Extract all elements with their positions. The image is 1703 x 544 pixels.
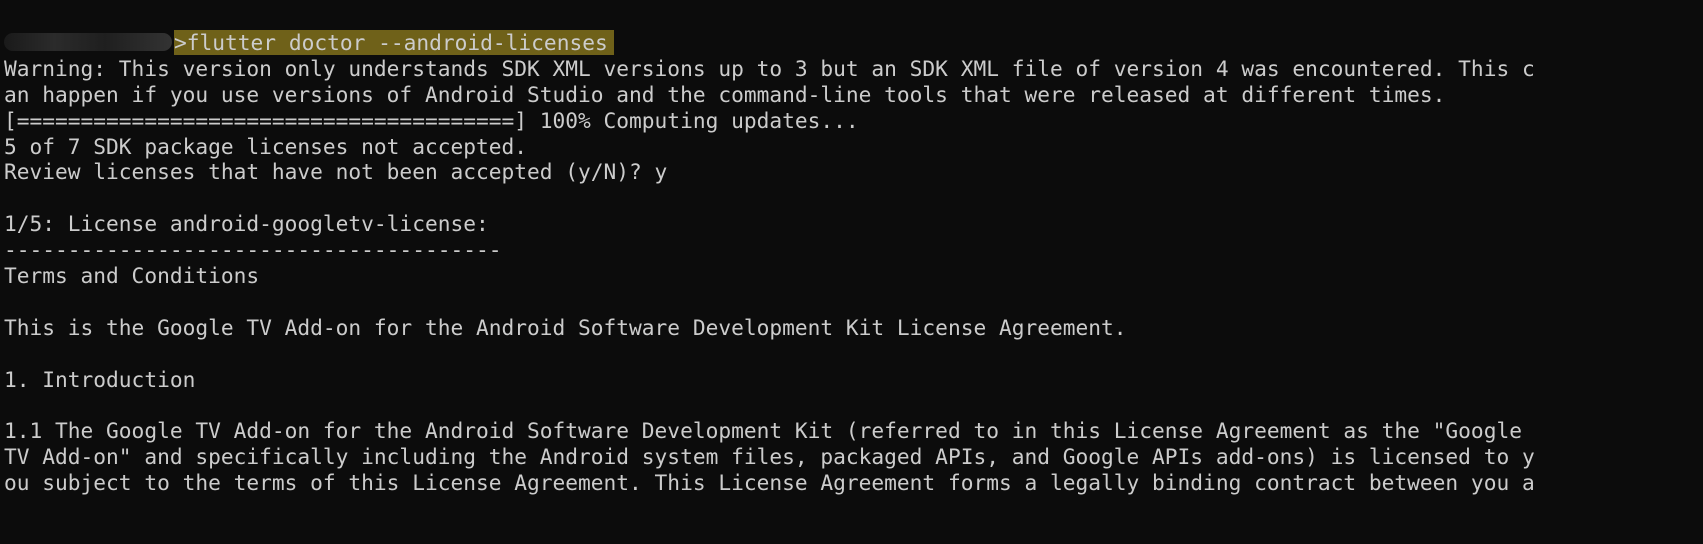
- output-line-terms-title: Terms and Conditions: [4, 263, 260, 289]
- output-line-divider: ---------------------------------------: [4, 237, 502, 263]
- output-line-agreement-intro: This is the Google TV Add-on for the And…: [4, 314, 1127, 340]
- output-line-clause-3: ou subject to the terms of this License …: [4, 470, 1535, 496]
- output-line-section-heading: 1. Introduction: [4, 366, 196, 392]
- output-line-blank: [4, 341, 1703, 367]
- output-line-clause-2: TV Add-on" and specifically including th…: [4, 444, 1535, 470]
- redacted-prompt-path: [4, 33, 172, 51]
- output-line-warning-1: Warning: This version only understands S…: [4, 55, 1535, 81]
- terminal-window[interactable]: >flutter doctor --android-licenses Warni…: [0, 0, 1703, 544]
- output-line-blank: [4, 392, 1703, 418]
- prompt-symbol: >: [174, 30, 187, 55]
- output-line-review-prompt: Review licenses that have not been accep…: [4, 159, 668, 185]
- output-line-warning-2: an happen if you use versions of Android…: [4, 81, 1446, 107]
- command-text: flutter doctor --android-licenses: [186, 30, 608, 55]
- output-line-license-header: 1/5: License android-googletv-license:: [4, 211, 489, 237]
- output-line-blank: [4, 185, 1703, 211]
- output-line-blank: [4, 289, 1703, 315]
- output-line-licenses-status: 5 of 7 SDK package licenses not accepted…: [4, 133, 527, 159]
- output-line-clause-1: 1.1 The Google TV Add-on for the Android…: [4, 418, 1522, 444]
- prompt-line: >flutter doctor --android-licenses: [4, 30, 1703, 56]
- output-line-progress: [=======================================…: [4, 107, 859, 133]
- command-highlight: >flutter doctor --android-licenses: [174, 30, 614, 55]
